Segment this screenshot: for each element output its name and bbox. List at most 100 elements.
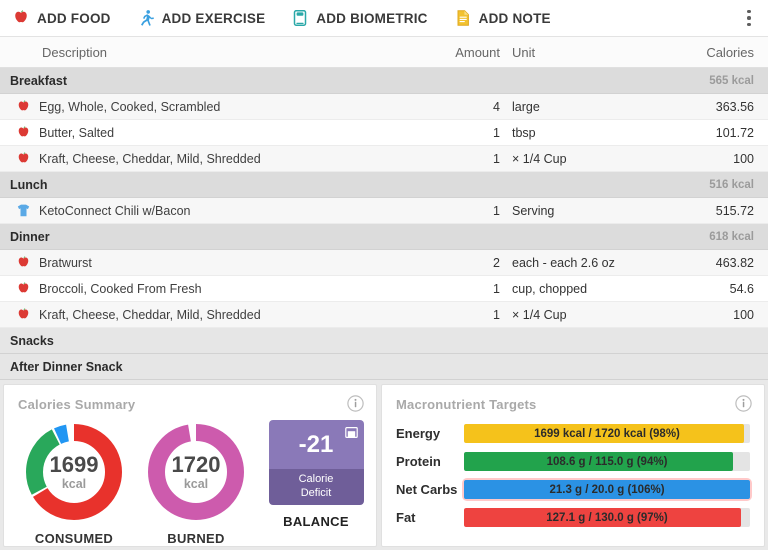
row-description-cell: Kraft, Cheese, Cheddar, Mild, Shredded [0,151,430,166]
consumed-donut-group: 1699 kcal CONSUMED [18,420,130,546]
balance-card[interactable]: -21 Calorie Deficit [269,420,364,505]
table-row[interactable]: Bratwurst 2each - each 2.6 oz463.82 [0,250,768,276]
table-section-row: Breakfast565 kcal [0,68,768,94]
table-section-row: Dinner618 kcal [0,224,768,250]
apple-icon [16,125,31,140]
add-food-button[interactable]: ADD FOOD [10,5,125,31]
row-calories: 101.72 [662,126,768,140]
macro-label: Net Carbs [396,482,464,497]
row-unit: × 1/4 Cup [508,308,662,322]
macro-bars: Energy1699 kcal / 1720 kcal (98%)Protein… [382,412,764,527]
info-icon[interactable] [735,395,752,412]
burned-donut[interactable]: 1720 kcal [144,420,248,524]
calories-summary-card: Calories Summary 1699 kcal [3,384,377,547]
calories-summary-title: Calories Summary [4,385,376,412]
section-label: Breakfast [0,74,662,88]
table-section-row: Lunch516 kcal [0,172,768,198]
kebab-dot [747,10,751,14]
add-biometric-button[interactable]: ADD BIOMETRIC [289,5,441,31]
row-amount: 2 [430,256,508,270]
burned-center: 1720 kcal [144,420,248,524]
table-row[interactable]: Broccoli, Cooked From Fresh1cup, chopped… [0,276,768,302]
kebab-menu-icon[interactable] [740,9,758,27]
macronutrient-targets-title: Macronutrient Targets [382,385,764,412]
macro-progress-bar[interactable]: 108.6 g / 115.0 g (94%) [464,452,750,471]
recipe-icon [16,203,31,218]
apple-icon [16,307,31,322]
burned-caption: BURNED [167,531,224,546]
add-exercise-button[interactable]: ADD EXERCISE [135,5,280,31]
consumed-center: 1699 kcal [22,420,126,524]
row-calories: 515.72 [662,204,768,218]
apple-icon [16,255,31,270]
row-unit: tbsp [508,126,662,140]
row-description: Kraft, Cheese, Cheddar, Mild, Shredded [39,152,261,166]
section-calories: 516 kcal [662,179,768,191]
macro-label: Fat [396,510,464,525]
table-row[interactable]: Butter, Salted 1tbsp101.72 [0,120,768,146]
runner-icon [137,9,155,27]
section-label: After Dinner Snack [0,360,662,374]
row-description: Butter, Salted [39,126,114,140]
row-description: Egg, Whole, Cooked, Scrambled [39,100,220,114]
add-exercise-label: ADD EXERCISE [162,11,266,26]
section-calories: 618 kcal [662,231,768,243]
table-row[interactable]: Egg, Whole, Cooked, Scrambled4large363.5… [0,94,768,120]
row-description-cell: Butter, Salted [0,125,430,140]
row-description: Broccoli, Cooked From Fresh [39,282,202,296]
table-header-row: Description Amount Unit Calories [0,37,768,68]
table-row[interactable]: Kraft, Cheese, Cheddar, Mild, Shredded1×… [0,146,768,172]
toolbar: ADD FOOD ADD EXERCISE ADD BIOMETRIC [0,0,768,37]
row-description-cell: Broccoli, Cooked From Fresh [0,281,430,296]
info-icon[interactable] [347,395,364,412]
kebab-dot [747,23,751,27]
row-amount: 1 [430,282,508,296]
macronutrient-targets-card: Macronutrient Targets Energy1699 kcal / … [381,384,765,547]
apple-icon [16,151,31,166]
row-amount: 1 [430,126,508,140]
burned-unit: kcal [184,478,208,491]
section-calories: 565 kcal [662,75,768,87]
macro-row: Protein108.6 g / 115.0 g (94%) [396,452,750,471]
table-section-row: After Dinner Snack [0,354,768,380]
table-row[interactable]: KetoConnect Chili w/Bacon1Serving515.72 [0,198,768,224]
add-note-button[interactable]: ADD NOTE [452,5,565,31]
row-description: Bratwurst [39,256,92,270]
table-section-row: Snacks [0,328,768,354]
row-unit: large [508,100,662,114]
column-header-calories: Calories [662,45,768,60]
app-root: ADD FOOD ADD EXERCISE ADD BIOMETRIC [0,0,768,526]
row-description-cell: Bratwurst [0,255,430,270]
consumed-caption: CONSUMED [35,531,113,546]
food-log-table: Description Amount Unit Calories Breakfa… [0,37,768,380]
row-calories: 100 [662,308,768,322]
row-calories: 363.56 [662,100,768,114]
consumed-donut[interactable]: 1699 kcal [22,420,126,524]
balance-group: -21 Calorie Deficit BALANCE [266,420,366,529]
row-amount: 1 [430,204,508,218]
row-unit: Serving [508,204,662,218]
add-biometric-label: ADD BIOMETRIC [316,11,427,26]
scale-icon [291,9,309,27]
column-header-amount: Amount [430,45,508,60]
balance-status: Calorie Deficit [269,469,364,505]
macro-row: Net Carbs21.3 g / 20.0 g (106%) [396,480,750,499]
table-row[interactable]: Kraft, Cheese, Cheddar, Mild, Shredded1×… [0,302,768,328]
macro-row: Fat127.1 g / 130.0 g (97%) [396,508,750,527]
macro-progress-bar[interactable]: 1699 kcal / 1720 kcal (98%) [464,424,750,443]
macro-progress-text: 108.6 g / 115.0 g (94%) [464,452,750,471]
consumed-unit: kcal [62,478,86,491]
row-unit: × 1/4 Cup [508,152,662,166]
row-unit: each - each 2.6 oz [508,256,662,270]
add-note-label: ADD NOTE [479,11,551,26]
macro-label: Protein [396,454,464,469]
table-body: Breakfast565 kcalEgg, Whole, Cooked, Scr… [0,68,768,380]
row-calories: 463.82 [662,256,768,270]
macro-progress-bar[interactable]: 21.3 g / 20.0 g (106%) [464,480,750,499]
section-label: Snacks [0,334,662,348]
balance-status-line1: Calorie [299,473,334,487]
macro-progress-bar[interactable]: 127.1 g / 130.0 g (97%) [464,508,750,527]
macro-label: Energy [396,426,464,441]
row-description-cell: Kraft, Cheese, Cheddar, Mild, Shredded [0,307,430,322]
section-label: Dinner [0,230,662,244]
